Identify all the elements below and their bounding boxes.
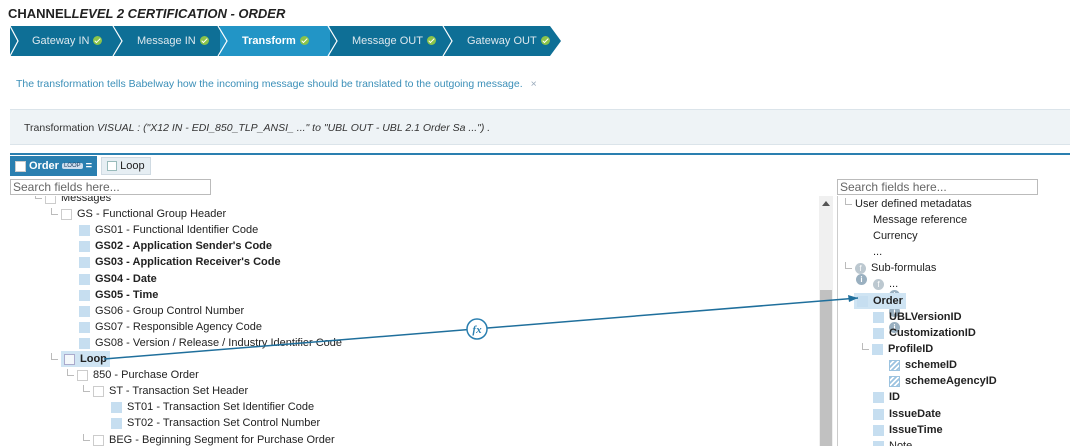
tree-leaf[interactable]: IssueDate	[873, 406, 941, 422]
tree-leaf[interactable]: GS05 - Time	[79, 287, 158, 303]
tree-node[interactable]: Messages	[30, 196, 111, 206]
tree-leaf[interactable]: GS01 - Functional Identifier Code	[79, 222, 258, 238]
breadcrumb: Order LOOP = Loop	[10, 156, 151, 176]
breadcrumb-loop[interactable]: Loop	[101, 157, 151, 175]
tree-leaf[interactable]: i...	[873, 244, 900, 333]
tree-attr[interactable]: schemeAgencyID	[889, 373, 997, 389]
tree-leaf[interactable]: ST02 - Transaction Set Control Number	[111, 415, 320, 431]
tree-leaf[interactable]: ST01 - Transaction Set Identifier Code	[111, 399, 314, 415]
input-tree: Messages GS - Functional Group Header GS…	[10, 196, 833, 446]
tree-node-order[interactable]: Order	[854, 293, 906, 309]
tree-node[interactable]: ST - Transaction Set Header	[78, 383, 248, 399]
left-scrollbar[interactable]	[819, 196, 833, 446]
attribute-icon	[889, 359, 900, 371]
attribute-icon	[889, 375, 900, 387]
tree-leaf[interactable]: GS02 - Application Sender's Code	[79, 238, 272, 254]
tree-leaf[interactable]: ID	[873, 389, 900, 405]
loop-badge: LOOP	[61, 163, 83, 169]
scrollbar-thumb[interactable]	[820, 290, 832, 446]
tree-node-loop[interactable]: Loop	[46, 351, 110, 367]
tree-leaf[interactable]: IssueTime	[873, 422, 943, 438]
tree-leaf[interactable]: iMessage reference	[873, 212, 967, 301]
tree-leaf[interactable]: GS07 - Responsible Agency Code	[79, 319, 262, 335]
transformation-summary: Transformation VISUAL : ("X12 IN - EDI_8…	[10, 109, 1070, 145]
scroll-up-icon[interactable]	[822, 201, 830, 206]
page-title: CHANNELLEVEL 2 CERTIFICATION - ORDER	[8, 6, 286, 21]
function-icon: f	[873, 278, 884, 290]
tree-leaf[interactable]: GS04 - Date	[79, 271, 157, 287]
step-separators	[10, 26, 561, 56]
tree-leaf[interactable]: Note	[873, 438, 912, 446]
close-icon[interactable]: ×	[531, 78, 537, 90]
wizard-steps: Gateway IN Message IN Transform Message …	[10, 26, 561, 56]
left-search-input[interactable]	[10, 179, 211, 195]
checkbox-icon	[15, 160, 26, 172]
tree-leaf[interactable]: UBLVersionID	[873, 309, 962, 325]
tree-node[interactable]: ProfileID	[857, 341, 933, 357]
info-message: The transformation tells Babelway how th…	[16, 78, 537, 90]
tree-leaf[interactable]: GS08 - Version / Release / Industry Iden…	[79, 335, 342, 351]
tree-leaf[interactable]: f...	[873, 276, 898, 292]
tree-node[interactable]: i User defined metadatas	[840, 196, 972, 285]
output-tree: iUser defined metadatas iMessage referen…	[837, 196, 1070, 446]
divider	[10, 153, 1070, 155]
tree-leaf[interactable]: GS03 - Application Receiver's Code	[79, 254, 281, 270]
breadcrumb-order[interactable]: Order LOOP =	[10, 156, 98, 176]
tree-leaf[interactable]: i Currency	[873, 228, 918, 317]
tree-node[interactable]: f Sub-formulas	[840, 260, 936, 276]
tree-node[interactable]: GS - Functional Group Header	[46, 206, 226, 222]
loop-icon	[107, 161, 118, 171]
right-search-input[interactable]	[837, 179, 1038, 195]
function-icon: f	[855, 262, 866, 274]
tree-leaf[interactable]: CustomizationID	[873, 325, 976, 341]
tree-leaf[interactable]: GS06 - Group Control Number	[79, 303, 244, 319]
tree-node[interactable]: BEG - Beginning Segment for Purchase Ord…	[78, 432, 335, 446]
tree-attr[interactable]: schemeID	[889, 357, 957, 373]
tree-node[interactable]: 850 - Purchase Order	[62, 367, 199, 383]
